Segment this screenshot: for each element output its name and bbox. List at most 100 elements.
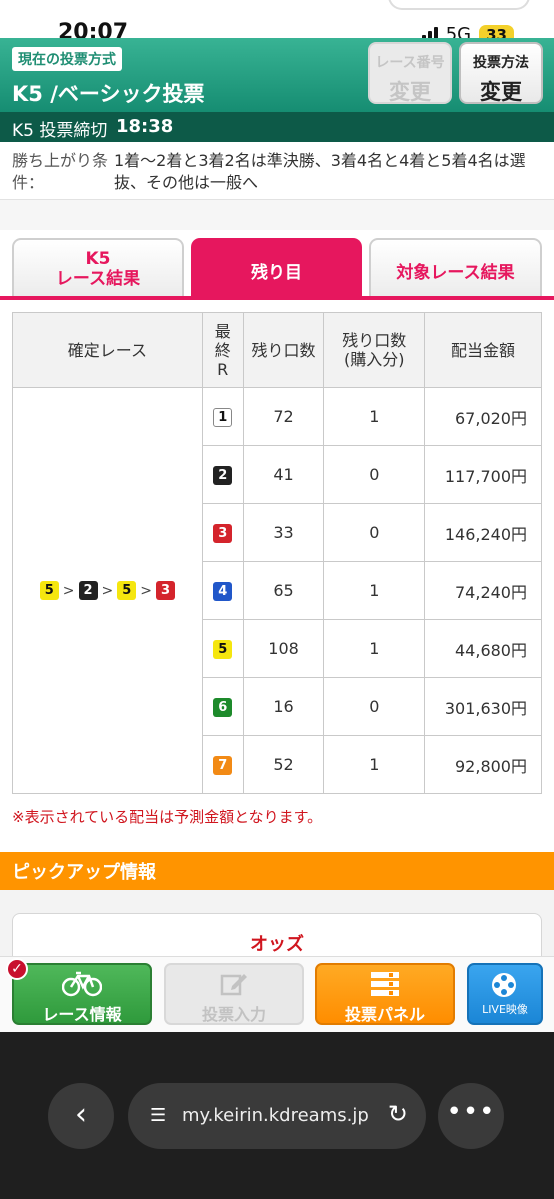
payout-amount: 146,240円	[424, 503, 542, 562]
remaining-count: 65	[242, 561, 325, 620]
odds-label: オッズ	[250, 934, 304, 955]
change-vote-method-button[interactable]: 投票方法 変更	[459, 42, 543, 104]
deadline-time: 18:38	[116, 116, 174, 137]
tab-target-race-result[interactable]: 対象レース結果	[369, 238, 542, 296]
final-race-cell: 1	[201, 387, 244, 446]
bike-number-badge: 4	[213, 582, 233, 601]
confirmed-sequence-cell: 5 > 2 > 5 > 3	[12, 387, 203, 794]
bike-number-badge: 5	[213, 640, 233, 659]
change-vote-method-label: 投票方法	[473, 55, 529, 71]
remaining-count: 108	[242, 619, 325, 678]
header-final-r-2: 終	[214, 340, 231, 360]
payout-amount: 44,680円	[424, 619, 542, 678]
bike-number-badge: 2	[213, 466, 233, 485]
tab-race-result[interactable]: K5 レース結果	[12, 238, 184, 296]
header-payout: 配当金額	[424, 312, 542, 388]
ellipsis-icon: •••	[446, 1097, 496, 1127]
header-confirmed-race: 確定レース	[12, 312, 203, 388]
header-remaining-bought: 残り口数 (購入分)	[323, 312, 426, 388]
live-video-button[interactable]: LIVE映像	[467, 963, 543, 1025]
bicycle-icon	[14, 971, 150, 1001]
live-video-label: LIVE映像	[482, 1003, 528, 1016]
tab-target-race-result-label: 対象レース結果	[396, 263, 515, 283]
remaining-count: 72	[242, 387, 325, 446]
payout-note: ※表示されている配当は予測金額となります。	[12, 808, 323, 826]
table-row: 5 > 2 > 5 > 3 1 72 1 67,020円	[12, 387, 542, 794]
bought-count: 0	[323, 445, 426, 504]
vote-input-label: 投票入力	[201, 1005, 266, 1024]
payout-amount: 117,700円	[424, 445, 542, 504]
bought-count: 1	[323, 735, 426, 794]
checkmark-icon: ✓	[6, 958, 28, 980]
tab-race-result-line1: K5	[85, 249, 111, 269]
bought-count: 0	[323, 503, 426, 562]
final-race-cell: 3	[201, 503, 244, 562]
change-race-number-button[interactable]: レース番号 変更	[368, 42, 452, 104]
payout-amount: 301,630円	[424, 677, 542, 736]
confirmed-sequence: 5 > 2 > 5 > 3	[13, 581, 202, 600]
remaining-combinations-table: 確定レース 最 終 R 残り口数 残り口数 (購入分) 配当金額 5 > 2 >	[12, 312, 542, 794]
tab-remaining-label: 残り目	[251, 263, 302, 283]
advancement-condition: 勝ち上がり条件： 1着〜2着と3着2名は準決勝、3着4名と4着と5着4名は選抜、…	[0, 142, 554, 200]
race-info-label: レース情報	[42, 1005, 122, 1024]
header-remaining: 残り口数	[242, 312, 325, 388]
bought-count: 1	[323, 619, 426, 678]
payout-amount: 74,240円	[424, 561, 542, 620]
dynamic-island	[388, 0, 530, 10]
back-button[interactable]: ‹	[48, 1083, 114, 1149]
panel-icon	[317, 971, 453, 1001]
change-race-number-label: レース番号	[375, 55, 445, 71]
tab-race-result-line2: レース結果	[55, 269, 141, 289]
bike-number-badge: 6	[213, 698, 233, 717]
address-bar[interactable]: ☰ my.keirin.kdreams.jp ↻	[128, 1083, 426, 1149]
final-race-cell: 4	[201, 561, 244, 620]
remaining-count: 33	[242, 503, 325, 562]
bike-number-badge: 7	[213, 756, 233, 775]
header-remaining-bought-1: 残り口数	[342, 331, 407, 350]
deadline-label: K5 投票締切	[12, 121, 108, 141]
final-race-cell: 5	[201, 619, 244, 678]
vote-panel-button[interactable]: 投票パネル	[315, 963, 455, 1025]
bought-count: 1	[323, 387, 426, 446]
pickup-section-title: ピックアップ情報	[0, 852, 554, 890]
condition-label: 勝ち上がり条件：	[12, 151, 109, 192]
remaining-count: 41	[242, 445, 325, 504]
chevron-left-icon: ‹	[75, 1097, 87, 1132]
bike-number-badge: 2	[78, 581, 98, 600]
bike-number-badge: 5	[39, 581, 59, 600]
vote-panel-label: 投票パネル	[344, 1005, 425, 1024]
race-info-button[interactable]: レース情報	[12, 963, 152, 1025]
final-race-cell: 2	[201, 445, 244, 504]
table-header-row: 確定レース 最 終 R 残り口数 残り口数 (購入分) 配当金額	[12, 312, 542, 388]
film-reel-icon	[469, 971, 541, 1001]
sequence-separator: >	[101, 582, 114, 599]
bike-number-badge: 5	[117, 581, 137, 600]
change-race-number-action: 変更	[389, 80, 431, 104]
vote-input-button[interactable]: 投票入力	[164, 963, 304, 1025]
bike-number-badge: 1	[213, 408, 233, 427]
tabs-icon: ☰	[150, 1105, 167, 1126]
bike-number-badge: 3	[155, 581, 175, 600]
header-final-r: 最 終 R	[201, 312, 244, 388]
current-method-tag: 現在の投票方式	[12, 47, 122, 71]
spacer	[0, 200, 554, 230]
payout-amount: 92,800円	[424, 735, 542, 794]
change-vote-method-action: 変更	[480, 80, 522, 104]
bought-count: 1	[323, 561, 426, 620]
bike-number-badge: 3	[213, 524, 233, 543]
payout-amount: 67,020円	[424, 387, 542, 446]
header-final-r-3: R	[217, 359, 229, 379]
status-bar: 20:07 5G 33	[0, 0, 554, 45]
remaining-count: 52	[242, 735, 325, 794]
url-text: my.keirin.kdreams.jp	[182, 1105, 369, 1126]
tab-remaining[interactable]: 残り目	[191, 238, 362, 296]
header-remaining-bought-2: (購入分)	[344, 350, 405, 369]
tab-underline	[0, 296, 554, 300]
reload-icon[interactable]: ↻	[388, 1100, 408, 1128]
sequence-separator: >	[62, 582, 75, 599]
result-tabs: K5 レース結果 残り目 対象レース結果	[0, 236, 554, 300]
page-title: K5 /ベーシック投票	[12, 82, 205, 106]
deadline-bar: K5 投票締切 18:38	[0, 112, 554, 142]
bought-count: 0	[323, 677, 426, 736]
more-options-button[interactable]: •••	[438, 1083, 504, 1149]
